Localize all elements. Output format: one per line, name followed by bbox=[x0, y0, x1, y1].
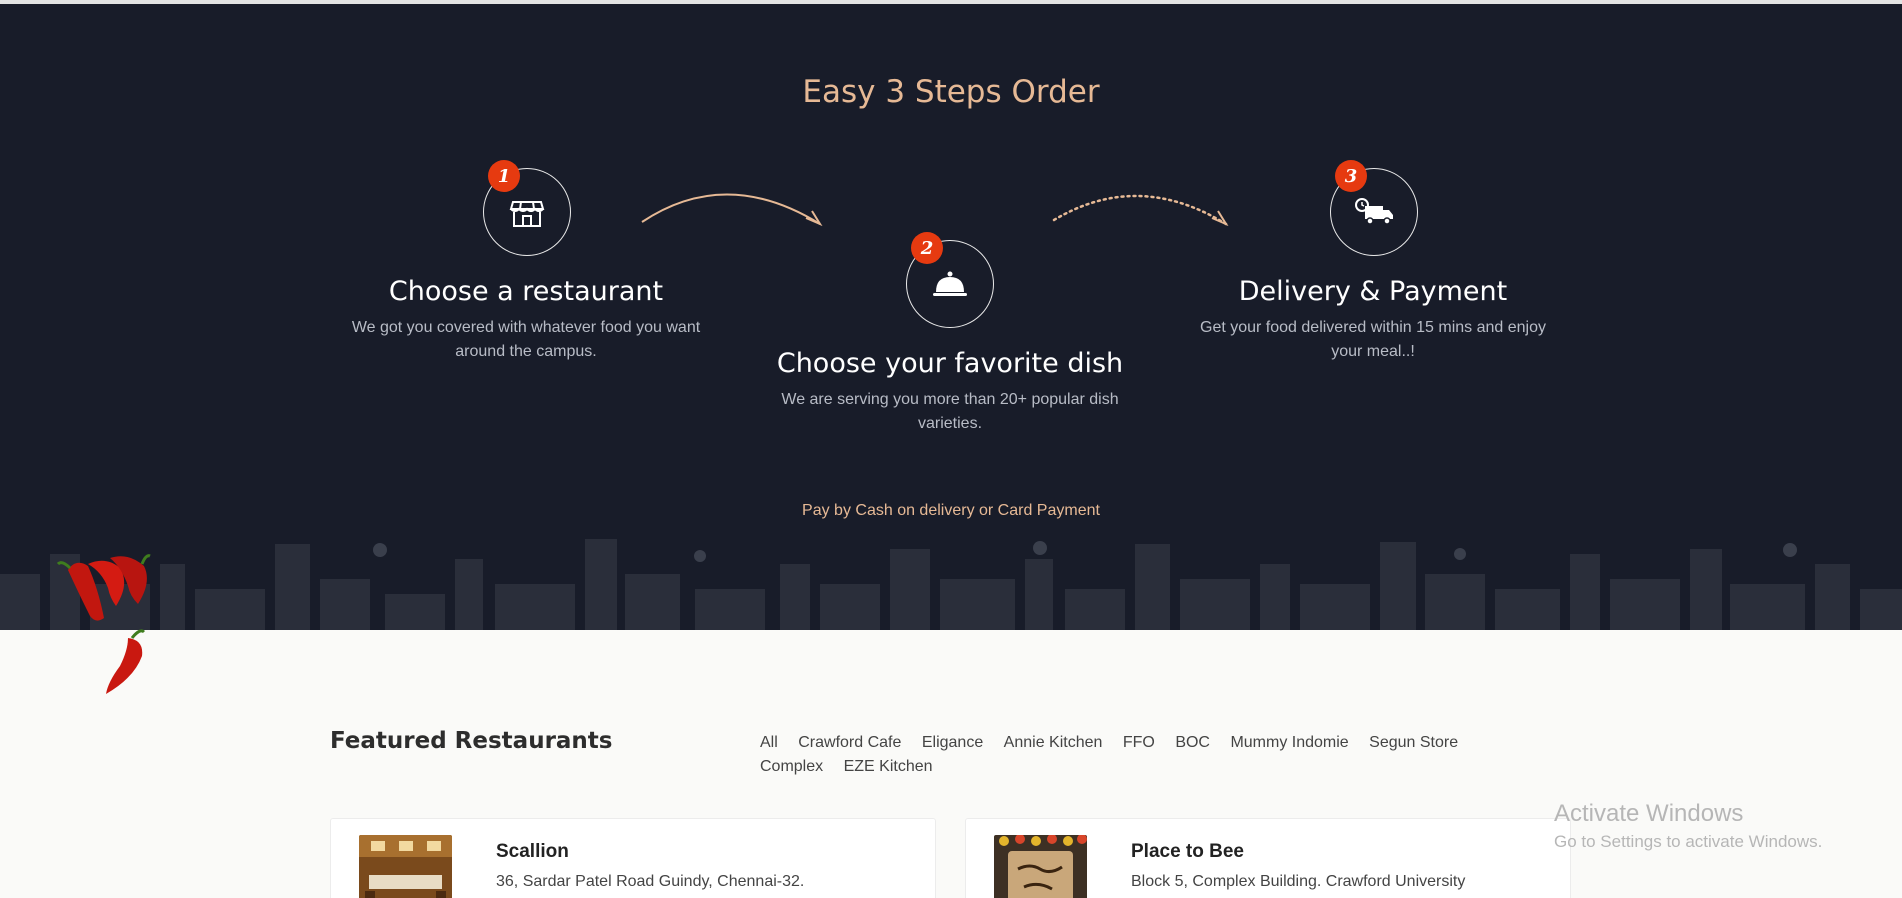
restaurant-card-scallion[interactable]: Scallion 36, Sardar Patel Road Guindy, C… bbox=[330, 818, 936, 898]
filter-boc[interactable]: BOC bbox=[1175, 731, 1210, 755]
filter-complex[interactable]: Complex bbox=[760, 755, 823, 779]
restaurant-address: Block 5, Complex Building. Crawford Univ… bbox=[1131, 873, 1466, 890]
step-3-title: Delivery & Payment bbox=[1238, 276, 1508, 307]
filter-crawford-cafe[interactable]: Crawford Cafe bbox=[798, 731, 901, 755]
featured-restaurants-title: Featured Restaurants bbox=[330, 728, 613, 754]
filter-eze-kitchen[interactable]: EZE Kitchen bbox=[844, 755, 933, 779]
dotted-arrow-right-icon bbox=[1052, 194, 1229, 227]
step-1-description: We got you covered with whatever food yo… bbox=[351, 319, 701, 360]
activate-windows-watermark: Activate Windows Go to Settings to activ… bbox=[1554, 800, 1822, 852]
filter-mummy-indomie[interactable]: Mummy Indomie bbox=[1230, 731, 1348, 755]
restaurant-filter-tabs: All Crawford Cafe Eligance Annie Kitchen… bbox=[760, 731, 1520, 779]
activate-windows-subtext: Go to Settings to activate Windows. bbox=[1554, 832, 1823, 851]
filter-all[interactable]: All bbox=[760, 731, 778, 755]
restaurant-address: 36, Sardar Patel Road Guindy, Chennai-32… bbox=[496, 873, 805, 890]
storefront-icon bbox=[509, 201, 545, 227]
restaurant-card-place-to-bee[interactable]: Place to Bee Block 5, Complex Building. … bbox=[965, 818, 1571, 898]
restaurant-name[interactable]: Scallion bbox=[496, 841, 569, 863]
restaurant-thumbnail bbox=[359, 835, 452, 898]
step-2-title: Choose your favorite dish bbox=[776, 348, 1124, 379]
restaurant-name[interactable]: Place to Bee bbox=[1131, 841, 1244, 863]
filter-segun-store[interactable]: Segun Store bbox=[1369, 731, 1458, 755]
step-3-badge: 3 bbox=[1335, 160, 1367, 192]
steps-section: Easy 3 Steps Order 1 Choose a restaurant… bbox=[0, 4, 1902, 630]
steps-title: Easy 3 Steps Order bbox=[802, 74, 1100, 110]
step-2-badge: 2 bbox=[911, 232, 943, 264]
filter-annie-kitchen[interactable]: Annie Kitchen bbox=[1004, 731, 1103, 755]
step-1-title: Choose a restaurant bbox=[388, 276, 664, 307]
delivery-truck-icon bbox=[1355, 198, 1393, 225]
food-cloche-icon bbox=[933, 271, 967, 296]
filter-ffo[interactable]: FFO bbox=[1123, 731, 1155, 755]
arrow-right-icon bbox=[641, 193, 823, 227]
payment-note: Pay by Cash on delivery or Card Payment bbox=[802, 502, 1100, 519]
step-1-badge: 1 bbox=[488, 160, 520, 192]
restaurant-thumbnail bbox=[994, 835, 1087, 898]
filter-eligance[interactable]: Eligance bbox=[922, 731, 983, 755]
city-skyline-decoration bbox=[0, 539, 1902, 630]
step-3-description: Get your food delivered within 15 mins a… bbox=[1200, 319, 1546, 360]
step-2-description: We are serving you more than 20+ popular… bbox=[781, 391, 1119, 432]
activate-windows-heading: Activate Windows bbox=[1554, 800, 1744, 827]
chili-pepper-decoration bbox=[56, 554, 151, 694]
